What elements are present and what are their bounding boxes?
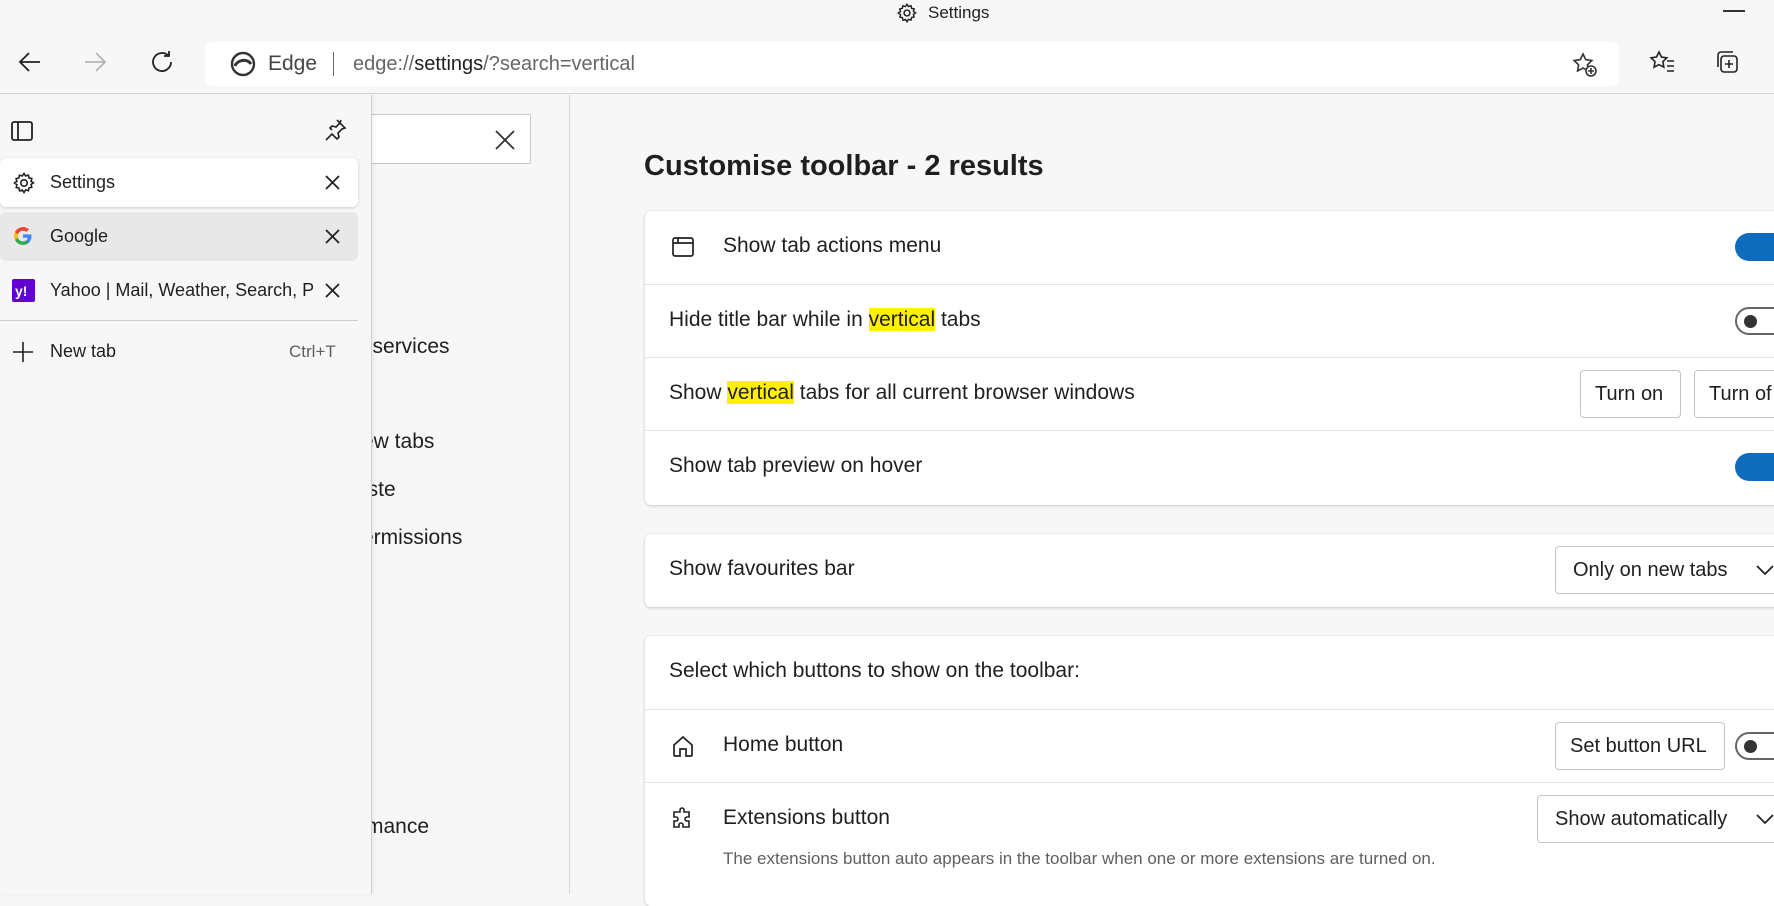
search-highlight: vertical bbox=[868, 308, 936, 331]
chevron-down-icon bbox=[1756, 564, 1774, 576]
setting-row-tab-preview: Show tab preview on hover bbox=[645, 430, 1774, 503]
close-icon[interactable] bbox=[324, 228, 341, 245]
select-value: Show automatically bbox=[1555, 807, 1728, 830]
refresh-icon bbox=[152, 51, 172, 72]
browser-toolbar: Edge edge://settings/?search=vertical bbox=[0, 30, 1774, 94]
new-tab-button[interactable]: New tab Ctrl+T bbox=[0, 331, 358, 373]
pin-icon[interactable] bbox=[322, 117, 348, 143]
toggle-knob bbox=[1744, 315, 1757, 328]
setting-label: Show favourites bar bbox=[669, 557, 855, 580]
toolbar-buttons-header-row: Select which buttons to show on the tool… bbox=[645, 636, 1774, 709]
tab-yahoo[interactable]: y! Yahoo | Mail, Weather, Search, Politi… bbox=[0, 266, 358, 315]
tab-preview-toggle[interactable] bbox=[1735, 453, 1774, 481]
favourites-bar-card: Show favourites bar Only on new tabs bbox=[645, 534, 1774, 607]
close-icon[interactable] bbox=[324, 282, 341, 299]
setting-row-vertical-tabs: Show vertical tabs for all current brows… bbox=[645, 357, 1774, 430]
browser-label: Edge bbox=[268, 52, 318, 75]
search-highlight: vertical bbox=[727, 381, 794, 404]
page-title: Customise toolbar - 2 results bbox=[644, 150, 1044, 182]
turn-on-button[interactable]: Turn on bbox=[1580, 370, 1681, 418]
home-button-toggle[interactable] bbox=[1735, 732, 1774, 760]
tab-settings-card: Show tab actions menu Hide title bar whi… bbox=[645, 211, 1774, 505]
tab-actions-icon bbox=[671, 235, 695, 259]
title-bar: Settings bbox=[0, 0, 1774, 30]
setting-row-home-button: Home button Set button URL bbox=[645, 709, 1774, 782]
home-icon bbox=[671, 734, 695, 758]
setting-label: Hide title bar while in vertical tabs bbox=[669, 308, 981, 332]
setting-row-favourites-bar: Show favourites bar Only on new tabs bbox=[645, 534, 1774, 607]
nav-item-site-permissions[interactable]: ermissions bbox=[362, 526, 462, 550]
setting-label: Show tab actions menu bbox=[723, 234, 942, 257]
favourites-bar-select[interactable]: Only on new tabs bbox=[1555, 546, 1774, 594]
toggle-knob bbox=[1744, 740, 1757, 753]
setting-row-tab-actions: Show tab actions menu bbox=[645, 211, 1774, 284]
edge-logo-icon bbox=[230, 51, 256, 77]
address-separator bbox=[333, 52, 335, 76]
close-icon[interactable] bbox=[494, 129, 516, 151]
favourites-button[interactable] bbox=[1644, 44, 1680, 80]
nav-item-performance[interactable]: mance bbox=[366, 815, 429, 839]
refresh-button[interactable] bbox=[144, 44, 180, 80]
setting-row-extensions-button: Extensions button Show automatically The… bbox=[645, 782, 1774, 892]
extensions-button-select[interactable]: Show automatically bbox=[1537, 795, 1774, 843]
yahoo-icon: y! bbox=[12, 279, 35, 302]
setting-label: Show tab preview on hover bbox=[669, 454, 923, 477]
back-arrow-icon bbox=[18, 52, 40, 72]
chevron-down-icon bbox=[1756, 813, 1774, 825]
tab-actions-icon[interactable] bbox=[10, 119, 34, 143]
gear-icon bbox=[896, 2, 918, 24]
label-text: tabs bbox=[935, 308, 981, 331]
toolbar-buttons-card: Select which buttons to show on the tool… bbox=[645, 636, 1774, 906]
star-add-icon bbox=[1572, 52, 1597, 77]
plus-icon bbox=[12, 341, 34, 363]
turn-off-button[interactable]: Turn of bbox=[1694, 370, 1774, 418]
section-header: Select which buttons to show on the tool… bbox=[669, 659, 1080, 682]
tab-title: Google bbox=[50, 226, 109, 246]
minimize-button[interactable] bbox=[1723, 10, 1745, 12]
tab-title: Settings bbox=[50, 172, 116, 192]
setting-row-hide-title-bar: Hide title bar while in vertical tabs bbox=[645, 284, 1774, 357]
window-title-group: Settings bbox=[896, 0, 989, 26]
divider bbox=[0, 320, 358, 321]
setting-label: Home button bbox=[723, 733, 844, 756]
address-bar[interactable]: Edge edge://settings/?search=vertical bbox=[205, 42, 1619, 86]
nav-item-new-tabs[interactable]: ew tabs bbox=[362, 430, 434, 454]
label-text: Show bbox=[669, 381, 728, 404]
url-text[interactable]: edge://settings/?search=vertical bbox=[353, 53, 635, 76]
google-icon bbox=[12, 225, 34, 247]
label-text: Hide title bar while in bbox=[669, 308, 869, 331]
svg-text:y!: y! bbox=[15, 283, 27, 299]
url-rest: /?search=vertical bbox=[483, 52, 635, 75]
setting-label: Show vertical tabs for all current brows… bbox=[669, 381, 1135, 405]
add-favourite-button[interactable] bbox=[1571, 51, 1599, 79]
vertical-tabs-pane: Settings Google y! Yahoo | Mail, Weather… bbox=[0, 95, 372, 894]
forward-button[interactable] bbox=[77, 44, 113, 80]
url-host: settings bbox=[414, 52, 484, 75]
url-prefix: edge:// bbox=[353, 52, 415, 75]
tab-title: Yahoo | Mail, Weather, Search, Politics,… bbox=[50, 280, 313, 300]
hide-title-bar-toggle[interactable] bbox=[1735, 307, 1774, 335]
collections-icon bbox=[1717, 51, 1738, 73]
set-button-url-button[interactable]: Set button URL bbox=[1555, 722, 1725, 770]
back-button[interactable] bbox=[12, 44, 48, 80]
favourites-icon bbox=[1649, 50, 1674, 72]
select-value: Only on new tabs bbox=[1573, 558, 1728, 581]
collections-button[interactable] bbox=[1709, 44, 1745, 80]
label-text: tabs for all current browser windows bbox=[793, 381, 1135, 404]
forward-arrow-icon bbox=[85, 52, 107, 72]
window-title: Settings bbox=[928, 3, 990, 22]
new-tab-shortcut: Ctrl+T bbox=[289, 342, 336, 361]
puzzle-icon bbox=[671, 807, 695, 831]
extensions-description: The extensions button auto appears in th… bbox=[723, 849, 1436, 868]
tab-google[interactable]: Google bbox=[0, 212, 358, 261]
setting-label: Extensions button bbox=[723, 806, 890, 829]
tab-settings[interactable]: Settings bbox=[0, 158, 358, 207]
gear-icon bbox=[12, 171, 36, 195]
close-icon[interactable] bbox=[324, 174, 341, 191]
tab-actions-toggle[interactable] bbox=[1735, 233, 1774, 261]
new-tab-label: New tab bbox=[50, 341, 117, 361]
